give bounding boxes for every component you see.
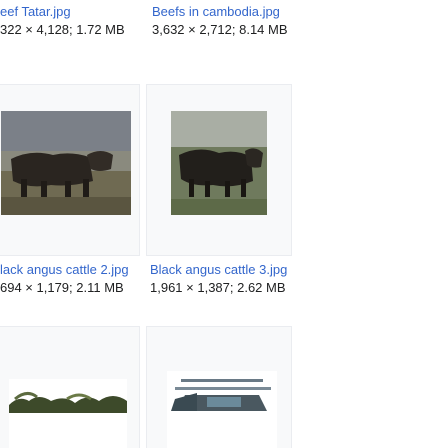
file-meta-text: 322 × 4,128; 1.72 MB [0, 22, 125, 37]
file-name-link[interactable]: lack angus cattle 2.jpg [0, 262, 129, 278]
thumbnail-image-cattle-2[interactable] [1, 111, 131, 215]
thumbnail-frame[interactable] [146, 326, 292, 448]
cattle-photo-row3-right [167, 371, 277, 448]
thumbnail-image-row3-right[interactable] [167, 371, 277, 448]
file-name-link[interactable]: Beefs in cambodia.jpg [152, 4, 280, 20]
cattle-photo-3 [171, 111, 267, 215]
file-name-link[interactable]: eef Tatar.jpg [0, 4, 71, 20]
commons-gallery-page: eef Tatar.jpg 322 × 4,128; 1.72 MB Beefs… [0, 0, 448, 448]
file-name-link[interactable]: Black angus cattle 3.jpg [150, 262, 287, 278]
cattle-photo-2 [1, 111, 131, 215]
file-meta-text: 3,632 × 2,712; 8.14 MB [152, 22, 288, 37]
cattle-photo-row3-left [9, 379, 127, 448]
thumbnail-frame[interactable] [0, 326, 140, 448]
thumbnail-frame[interactable] [0, 84, 140, 256]
file-meta-text: 1,961 × 1,387; 2.62 MB [150, 280, 286, 295]
thumbnail-frame[interactable] [146, 84, 292, 256]
file-meta-text: 694 × 1,179; 2.11 MB [0, 280, 124, 295]
thumbnail-image-row3-left[interactable] [9, 379, 127, 448]
thumbnail-image-cattle-3[interactable] [171, 111, 267, 215]
